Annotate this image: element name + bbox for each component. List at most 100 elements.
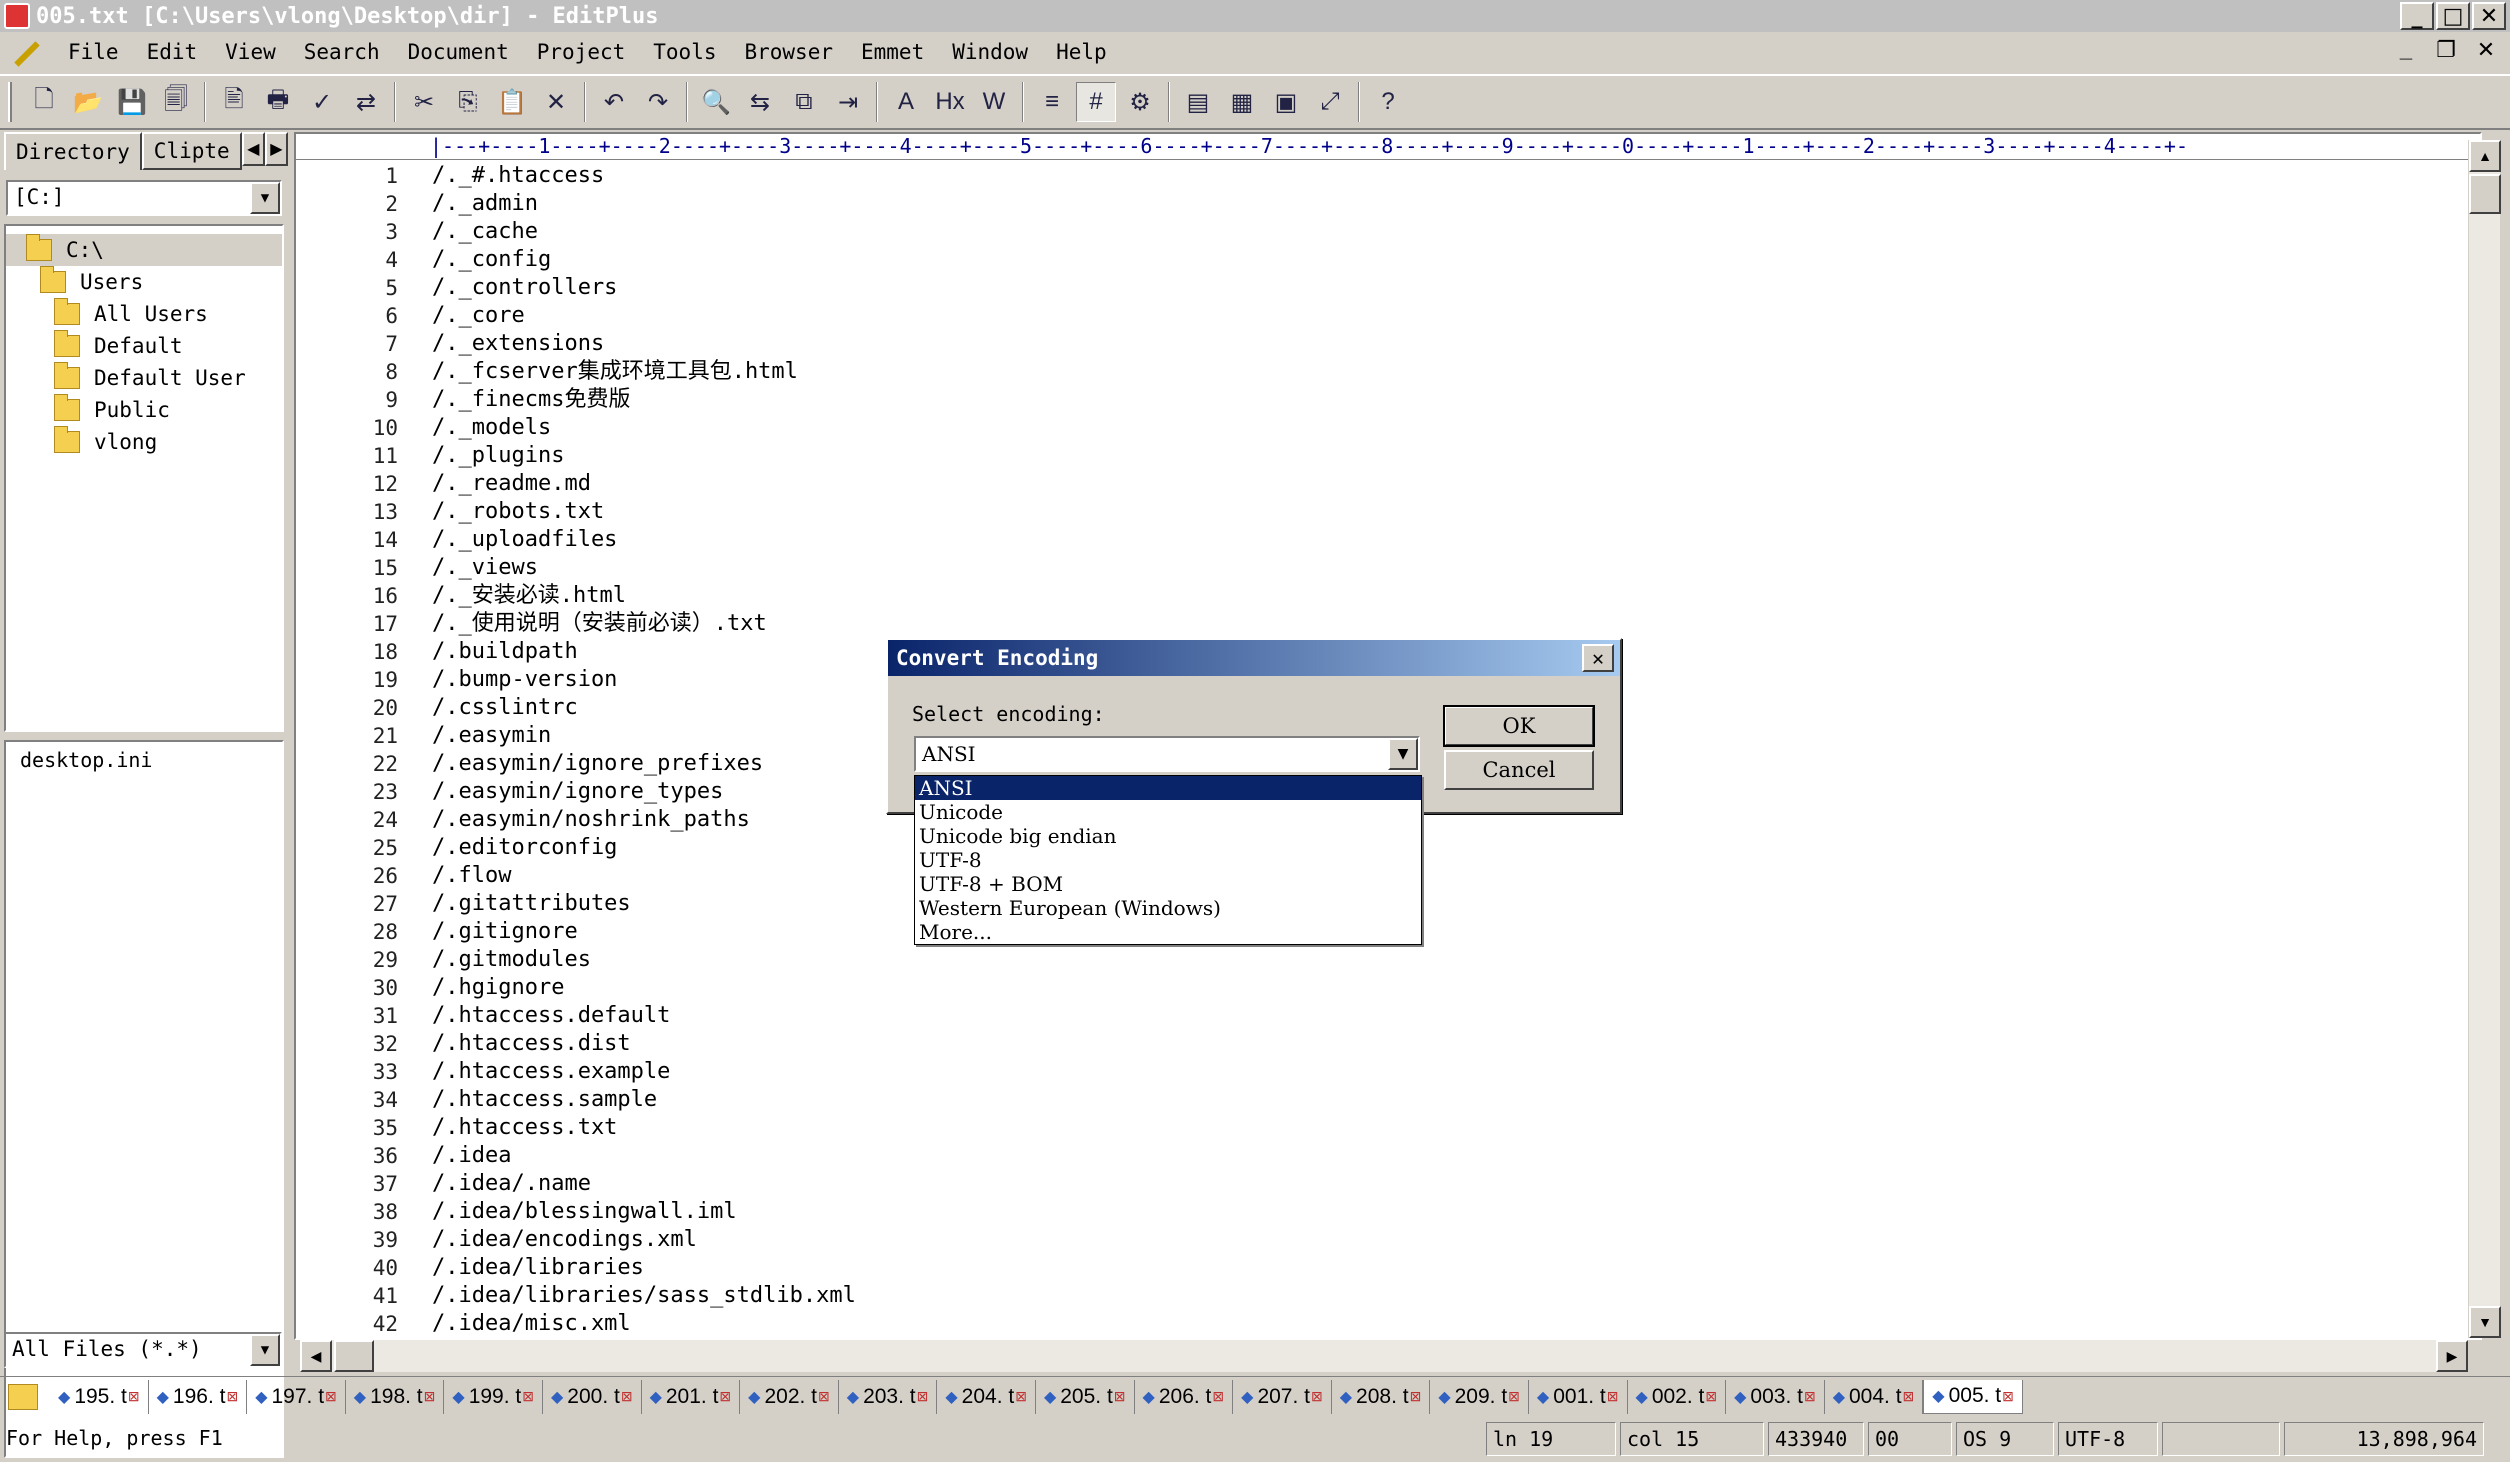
scroll-right-button[interactable]: ▶ <box>2436 1340 2468 1372</box>
document-tab[interactable]: ◆ 003. t ⊠ <box>1726 1379 1825 1414</box>
encoding-option[interactable]: UTF-8 <box>915 848 1421 872</box>
go-to-line-icon[interactable]: ⇥ <box>828 82 868 122</box>
chevron-down-icon[interactable]: ▼ <box>250 1334 280 1366</box>
minimize-button[interactable]: _ <box>2400 2 2434 30</box>
output-window-icon[interactable]: ▣ <box>1266 82 1306 122</box>
document-tab[interactable]: ◆ 005. t ⊠ <box>1923 1379 2023 1414</box>
menu-document[interactable]: Document <box>394 40 523 64</box>
print-icon[interactable]: 🖶 <box>258 82 298 122</box>
code-line[interactable]: /.editorconfig <box>432 834 2480 862</box>
code-line[interactable]: /.htaccess.dist <box>432 1030 2480 1058</box>
document-tab[interactable]: ◆ 208. t ⊠ <box>1332 1379 1431 1414</box>
editplus-app-icon[interactable] <box>4 3 30 29</box>
directory-tree[interactable]: C:\ Users All Users Default Default User Publ… <box>4 224 284 732</box>
replace-icon[interactable]: ⇆ <box>740 82 780 122</box>
code-line[interactable]: /.htaccess.sample <box>432 1086 2480 1114</box>
document-tab[interactable]: ◆ 209. t ⊠ <box>1430 1379 1529 1414</box>
document-tab[interactable]: ◆ 001. t ⊠ <box>1529 1379 1628 1414</box>
code-line[interactable]: /.flow <box>432 862 2480 890</box>
directory-window-icon[interactable]: ▤ <box>1178 82 1218 122</box>
vertical-scroll-thumb[interactable] <box>2469 174 2501 214</box>
delete-icon[interactable]: ✕ <box>536 82 576 122</box>
tab-close-icon[interactable]: ⊠ <box>621 1388 633 1405</box>
browser-preview-icon[interactable]: ⇄ <box>346 82 386 122</box>
tab-close-icon[interactable]: ⊠ <box>818 1388 830 1405</box>
print-preview-icon[interactable]: 🖹 <box>214 82 254 122</box>
code-line[interactable]: /._#.htaccess <box>432 162 2480 190</box>
document-tab[interactable]: ◆ 198. t ⊠ <box>346 1379 445 1414</box>
code-line[interactable]: /._admin <box>432 190 2480 218</box>
menu-search[interactable]: Search <box>290 40 394 64</box>
code-line[interactable]: /.idea/libraries <box>432 1254 2480 1282</box>
tab-close-icon[interactable]: ⊠ <box>1212 1388 1224 1405</box>
document-tab[interactable]: ◆ 204. t ⊠ <box>937 1379 1036 1414</box>
encoding-option[interactable]: Western European (Windows) <box>915 896 1421 920</box>
dialog-close-button[interactable]: ✕ <box>1582 644 1614 672</box>
close-button[interactable]: ✕ <box>2472 2 2506 30</box>
code-line[interactable]: /.idea/blessingwall.iml <box>432 1198 2480 1226</box>
save-all-icon[interactable]: 🗐 <box>156 82 196 122</box>
tree-item[interactable]: C:\ <box>6 234 282 266</box>
redo-icon[interactable]: ↷ <box>638 82 678 122</box>
code-line[interactable]: /._finecms免费版 <box>432 386 2480 414</box>
encoding-option[interactable]: More... <box>915 920 1421 944</box>
ruler-icon[interactable]: # <box>1076 82 1116 122</box>
drive-select[interactable]: [C:] ▼ <box>6 180 282 216</box>
document-tab[interactable]: ◆ 201. t ⊠ <box>642 1379 741 1414</box>
tab-scroll-left-button[interactable]: ◀ <box>241 132 265 166</box>
menu-window[interactable]: Window <box>938 40 1042 64</box>
fullscreen-icon[interactable]: ⤢ <box>1310 82 1350 122</box>
tab-close-icon[interactable]: ⊠ <box>1607 1388 1619 1405</box>
tab-close-icon[interactable]: ⊠ <box>917 1388 929 1405</box>
tab-close-icon[interactable]: ⊠ <box>719 1388 731 1405</box>
tab-scroll-right-button[interactable]: ▶ <box>264 132 288 166</box>
chevron-down-icon[interactable]: ▼ <box>1388 738 1418 770</box>
code-line[interactable]: /._robots.txt <box>432 498 2480 526</box>
scroll-left-button[interactable]: ◀ <box>300 1340 332 1372</box>
code-line[interactable]: /.hgignore <box>432 974 2480 1002</box>
folder-icon[interactable] <box>8 1383 38 1410</box>
document-tab[interactable]: ◆ 205. t ⊠ <box>1036 1379 1135 1414</box>
doc-restore-button[interactable]: ❐ <box>2428 36 2464 64</box>
toolbar-grip[interactable] <box>8 82 12 122</box>
save-icon[interactable]: 💾 <box>112 82 152 122</box>
code-line[interactable]: /.htaccess.txt <box>432 1114 2480 1142</box>
code-line[interactable]: /._config <box>432 246 2480 274</box>
spell-check-icon[interactable]: ✓ <box>302 82 342 122</box>
code-line[interactable]: /.htaccess.example <box>432 1058 2480 1086</box>
ok-button[interactable]: OK <box>1443 705 1595 747</box>
code-line[interactable]: /._models <box>432 414 2480 442</box>
html-toolbar-icon[interactable]: Hx <box>930 82 970 122</box>
code-line[interactable]: /._安装必读.html <box>432 582 2480 610</box>
encoding-option[interactable]: Unicode <box>915 800 1421 824</box>
code-line[interactable]: /.idea/libraries/sass_stdlib.xml <box>432 1282 2480 1310</box>
tab-close-icon[interactable]: ⊠ <box>1508 1388 1520 1405</box>
cliptext-window-icon[interactable]: ▦ <box>1222 82 1262 122</box>
tree-item[interactable]: Users <box>6 266 282 298</box>
menu-browser[interactable]: Browser <box>730 40 847 64</box>
paste-icon[interactable]: 📋 <box>492 82 532 122</box>
document-tab[interactable]: ◆ 207. t ⊠ <box>1233 1379 1332 1414</box>
word-wrap-icon[interactable]: W <box>974 82 1014 122</box>
code-line[interactable]: /._extensions <box>432 330 2480 358</box>
code-line[interactable]: /._views <box>432 554 2480 582</box>
code-line[interactable]: /._readme.md <box>432 470 2480 498</box>
chevron-down-icon[interactable]: ▼ <box>250 182 280 214</box>
document-tab[interactable]: ◆ 002. t ⊠ <box>1628 1379 1727 1414</box>
code-line[interactable]: /._core <box>432 302 2480 330</box>
scroll-down-button[interactable]: ▼ <box>2469 1306 2501 1338</box>
document-tab[interactable]: ◆ 197. t ⊠ <box>247 1379 346 1414</box>
encoding-select[interactable]: ANSI ▼ <box>914 736 1420 772</box>
find-icon[interactable]: 🔍 <box>696 82 736 122</box>
status-encoding[interactable]: UTF-8 <box>2058 1422 2158 1456</box>
code-line[interactable]: /.idea <box>432 1142 2480 1170</box>
line-number-icon[interactable]: ≡ <box>1032 82 1072 122</box>
file-filter-select[interactable]: All Files (*.*) ▼ <box>4 1332 282 1368</box>
document-tab[interactable]: ◆ 202. t ⊠ <box>740 1379 839 1414</box>
tree-item[interactable]: Default <box>6 330 282 362</box>
tab-close-icon[interactable]: ⊠ <box>1804 1388 1816 1405</box>
encoding-option[interactable]: Unicode big endian <box>915 824 1421 848</box>
horizontal-scroll-thumb[interactable] <box>334 1340 374 1372</box>
code-line[interactable]: /._使用说明（安装前必读）.txt <box>432 610 2480 638</box>
tab-directory[interactable]: Directory <box>4 132 142 170</box>
